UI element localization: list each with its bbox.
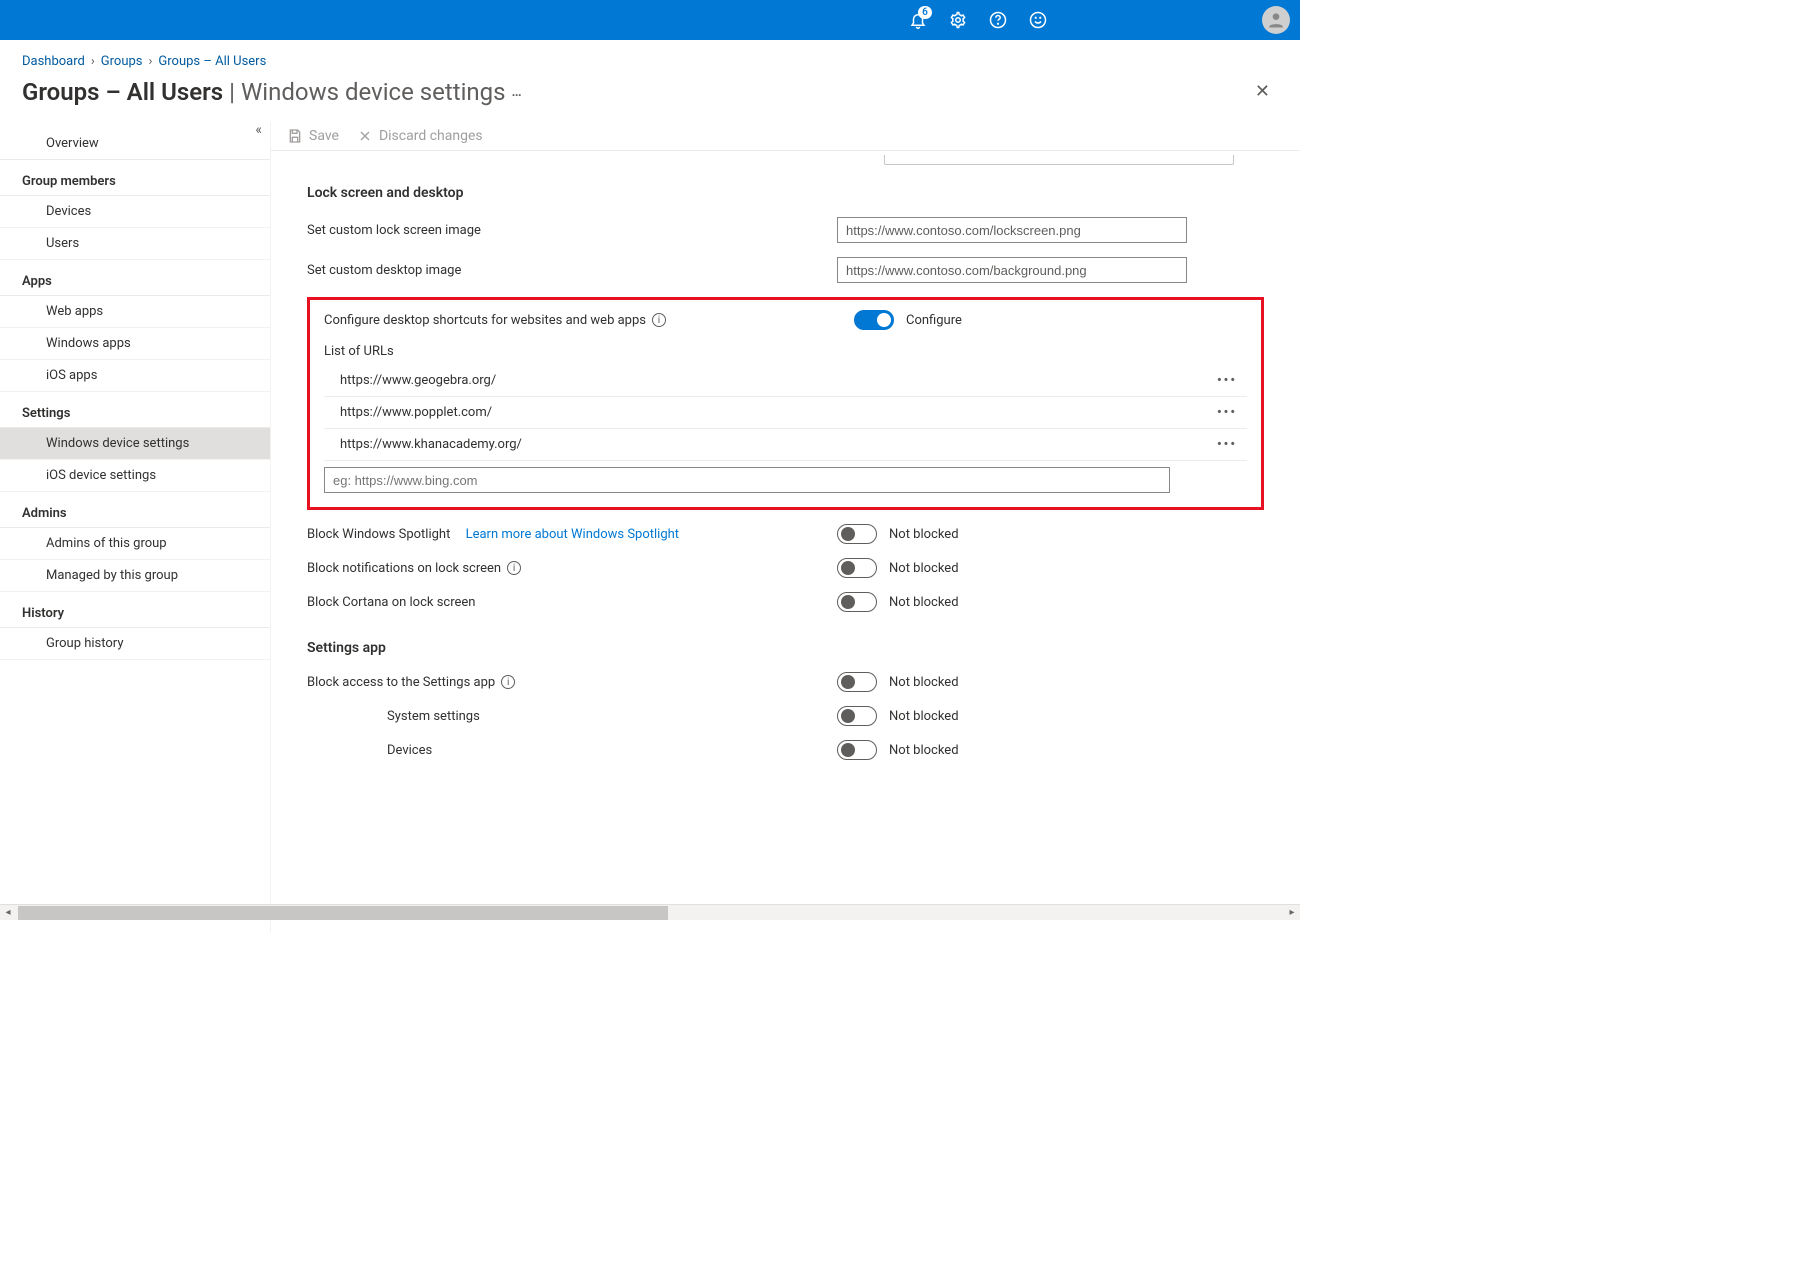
scrollbar-thumb[interactable] <box>18 906 668 920</box>
url-row: https://www.khanacademy.org/ ••• <box>324 429 1247 461</box>
notifications-toggle[interactable] <box>837 558 877 578</box>
sidebar-item-users[interactable]: Users <box>0 228 270 260</box>
spotlight-label: Block Windows Spotlight Learn more about… <box>307 527 837 542</box>
page-header: Groups – All Users | Windows device sett… <box>0 77 1300 122</box>
feedback-smile-icon[interactable] <box>1022 4 1054 36</box>
discard-label: Discard changes <box>379 128 483 144</box>
sidebar-item-web-apps[interactable]: Web apps <box>0 296 270 328</box>
lock-image-input[interactable] <box>837 217 1187 243</box>
sidebar-item-managed-by-group[interactable]: Managed by this group <box>0 560 270 592</box>
devices-setting-toggle[interactable] <box>837 740 877 760</box>
sidebar-item-devices[interactable]: Devices <box>0 196 270 228</box>
sidebar-item-ios-device-settings[interactable]: iOS device settings <box>0 460 270 492</box>
chevron-right-icon: › <box>149 54 153 69</box>
sidebar-item-admins-of-group[interactable]: Admins of this group <box>0 528 270 560</box>
sidebar-item-overview[interactable]: Overview <box>0 128 270 160</box>
main-pane: Save Discard changes Lock screen and des… <box>270 122 1300 932</box>
sidebar-item-windows-device-settings[interactable]: Windows device settings <box>0 428 270 460</box>
notification-badge: 6 <box>918 6 932 19</box>
spotlight-toggle[interactable] <box>837 524 877 544</box>
notifications-toggle-label: Not blocked <box>889 561 959 576</box>
collapse-sidebar-button[interactable]: « <box>255 122 262 138</box>
url-text: https://www.khanacademy.org/ <box>340 437 522 452</box>
notifications-icon[interactable]: 6 <box>902 4 934 36</box>
previous-field-fragment <box>884 155 1234 165</box>
top-bar: 6 <box>0 0 1300 40</box>
shortcuts-highlight-box: Configure desktop shortcuts for websites… <box>307 297 1264 510</box>
sidebar-section-settings: Settings <box>0 392 270 428</box>
spotlight-toggle-label: Not blocked <box>889 527 959 542</box>
page-title-more-icon[interactable]: … <box>512 84 523 100</box>
help-icon[interactable] <box>982 4 1014 36</box>
url-row: https://www.popplet.com/ ••• <box>324 397 1247 429</box>
spotlight-learn-link[interactable]: Learn more about Windows Spotlight <box>466 527 679 542</box>
cortana-toggle-label: Not blocked <box>889 595 959 610</box>
desktop-image-label: Set custom desktop image <box>307 263 837 278</box>
block-settings-toggle[interactable] <box>837 672 877 692</box>
shortcuts-toggle-label: Configure <box>906 313 962 328</box>
url-row: https://www.geogebra.org/ ••• <box>324 365 1247 397</box>
save-button[interactable]: Save <box>287 128 339 144</box>
breadcrumb: Dashboard › Groups › Groups – All Users <box>0 40 1300 77</box>
devices-setting-toggle-label: Not blocked <box>889 743 959 758</box>
url-text: https://www.popplet.com/ <box>340 405 492 420</box>
close-blade-button[interactable]: ✕ <box>1247 77 1278 106</box>
shortcuts-label: Configure desktop shortcuts for websites… <box>324 313 854 328</box>
page-title-strong: Groups – All Users <box>22 78 223 106</box>
system-settings-toggle[interactable] <box>837 706 877 726</box>
cortana-toggle[interactable] <box>837 592 877 612</box>
info-icon[interactable]: i <box>501 675 515 689</box>
url-list-label: List of URLs <box>324 344 1247 359</box>
sidebar-item-windows-apps[interactable]: Windows apps <box>0 328 270 360</box>
info-icon[interactable]: i <box>507 561 521 575</box>
lock-image-label: Set custom lock screen image <box>307 223 837 238</box>
url-text: https://www.geogebra.org/ <box>340 373 496 388</box>
section-settings-app: Settings app <box>307 640 1264 656</box>
settings-scroll-area[interactable]: Lock screen and desktop Set custom lock … <box>271 151 1300 932</box>
sidebar-section-admins: Admins <box>0 492 270 528</box>
sidebar-section-history: History <box>0 592 270 628</box>
scroll-right-icon[interactable]: ▸ <box>1284 907 1300 918</box>
page-title-rest: Windows device settings <box>241 78 506 106</box>
devices-setting-label: Devices <box>307 743 837 758</box>
system-settings-label: System settings <box>307 709 837 724</box>
settings-gear-icon[interactable] <box>942 4 974 36</box>
save-label: Save <box>309 128 339 144</box>
cortana-label: Block Cortana on lock screen <box>307 595 837 610</box>
url-row-more-icon[interactable]: ••• <box>1217 437 1237 452</box>
sidebar-section-apps: Apps <box>0 260 270 296</box>
url-add-input[interactable] <box>324 467 1170 493</box>
discard-button[interactable]: Discard changes <box>357 128 483 144</box>
block-settings-label: Block access to the Settings app i <box>307 675 837 690</box>
block-settings-toggle-label: Not blocked <box>889 675 959 690</box>
shortcuts-toggle[interactable] <box>854 310 894 330</box>
section-lock-screen: Lock screen and desktop <box>307 185 1264 201</box>
system-settings-toggle-label: Not blocked <box>889 709 959 724</box>
toolbar: Save Discard changes <box>271 122 1300 151</box>
sidebar-item-group-history[interactable]: Group history <box>0 628 270 660</box>
url-row-more-icon[interactable]: ••• <box>1217 373 1237 388</box>
breadcrumb-current[interactable]: Groups – All Users <box>158 54 266 69</box>
url-row-more-icon[interactable]: ••• <box>1217 405 1237 420</box>
breadcrumb-dashboard[interactable]: Dashboard <box>22 54 85 69</box>
scroll-left-icon[interactable]: ◂ <box>0 907 16 918</box>
notifications-label: Block notifications on lock screen i <box>307 561 837 576</box>
window-horizontal-scrollbar[interactable]: ◂ ▸ <box>0 904 1300 920</box>
page-title-sep: | <box>229 78 235 106</box>
sidebar-section-group-members: Group members <box>0 160 270 196</box>
sidebar: « Overview Group members Devices Users A… <box>0 122 270 932</box>
desktop-image-input[interactable] <box>837 257 1187 283</box>
chevron-right-icon: › <box>91 54 95 69</box>
user-avatar[interactable] <box>1262 6 1290 34</box>
breadcrumb-groups[interactable]: Groups <box>101 54 143 69</box>
sidebar-item-ios-apps[interactable]: iOS apps <box>0 360 270 392</box>
info-icon[interactable]: i <box>652 313 666 327</box>
